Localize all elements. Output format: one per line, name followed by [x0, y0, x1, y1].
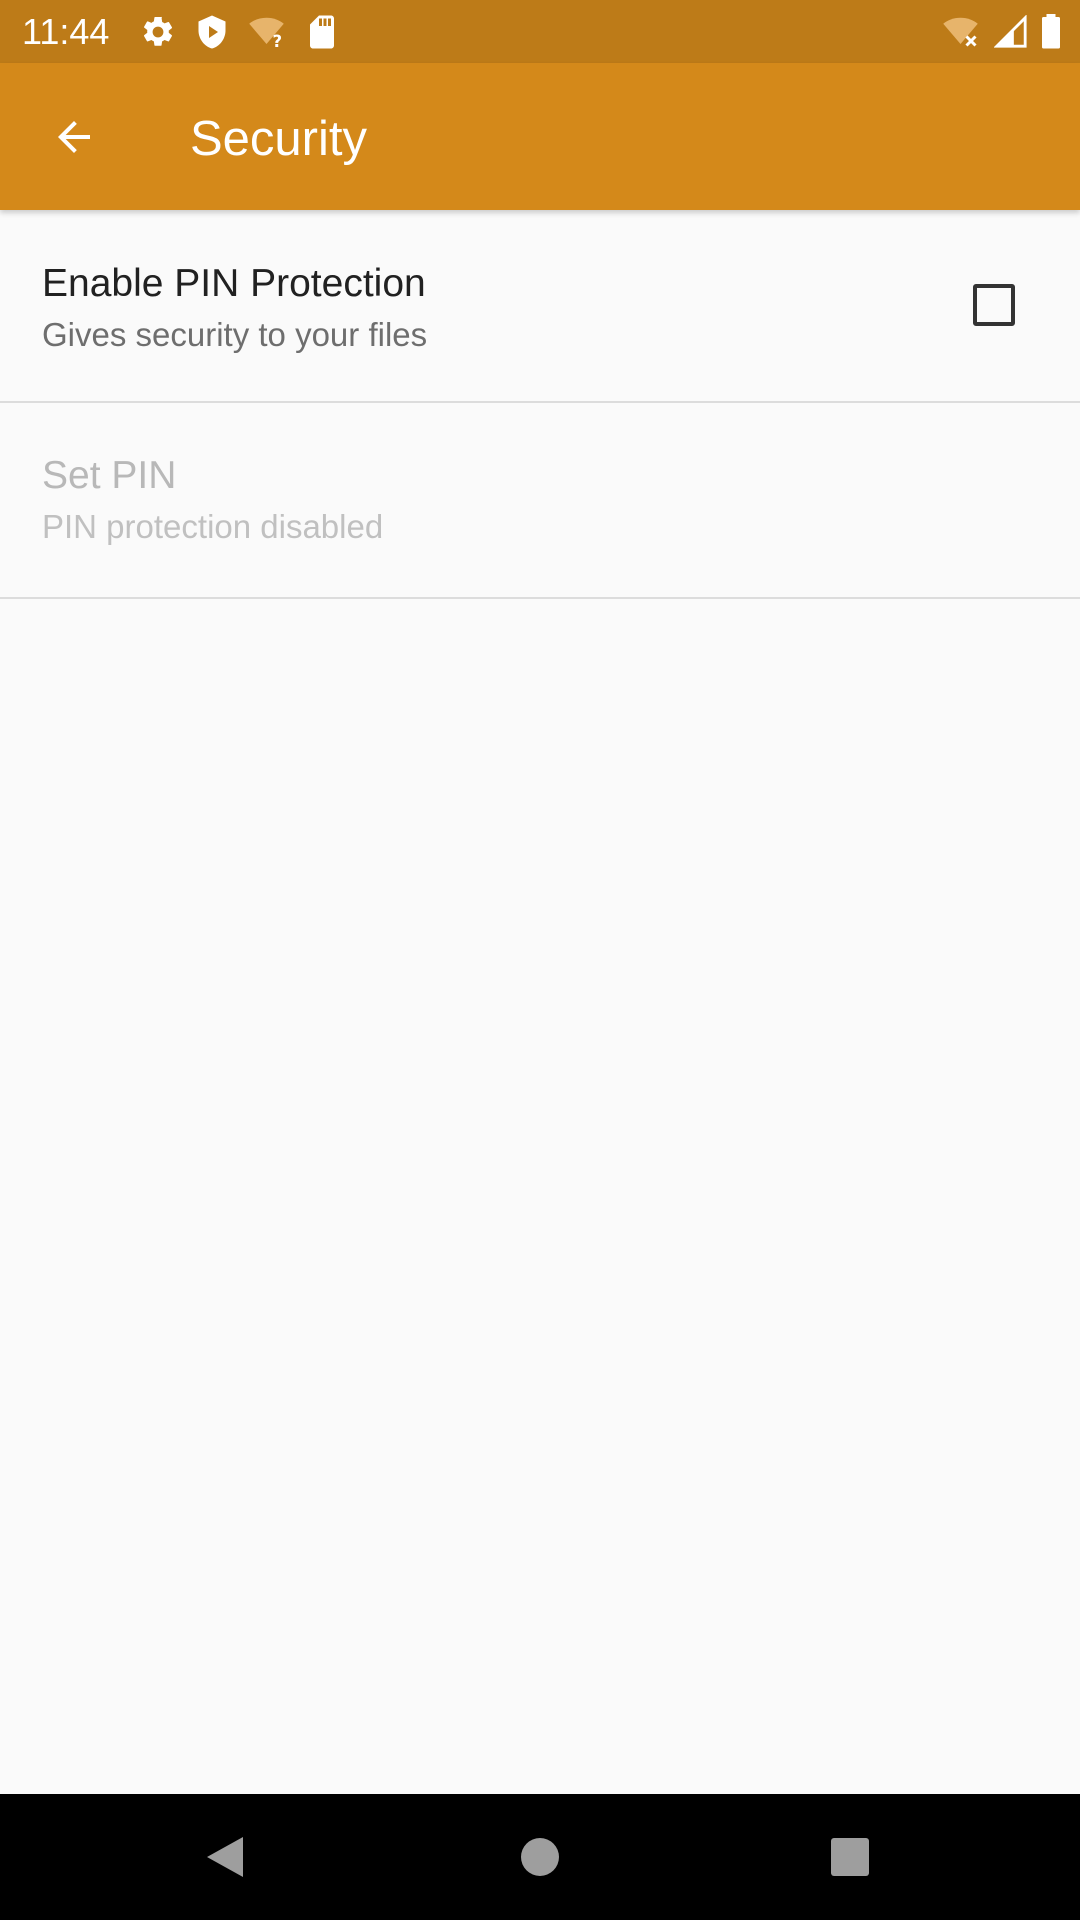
status-icons-left: ? [140, 12, 338, 52]
pref-set-pin: Set PIN PIN protection disabled [0, 403, 1080, 599]
pin-protection-checkbox[interactable] [973, 284, 1015, 326]
settings-gear-icon [143, 16, 173, 46]
wifi-off-icon [943, 17, 978, 47]
page-title: Security [190, 112, 368, 166]
status-icons-right [942, 12, 1062, 52]
battery-icon [1042, 14, 1060, 49]
app-bar: Security [0, 63, 1080, 210]
back-triangle-icon [207, 1837, 243, 1877]
pref-summary: PIN protection disabled [42, 508, 384, 545]
arrow-left-icon [58, 121, 90, 153]
svg-text:?: ? [273, 32, 283, 50]
sd-card-icon [310, 15, 334, 49]
pref-enable-pin-protection[interactable]: Enable PIN Protection Gives security to … [0, 210, 1080, 403]
status-bar: 11:44 ? [0, 0, 1080, 63]
home-circle-icon [521, 1838, 559, 1876]
wifi-question-icon: ? [249, 17, 284, 50]
back-button[interactable] [24, 99, 124, 175]
cellular-signal-icon [994, 15, 1027, 48]
nav-home-button[interactable] [490, 1812, 590, 1902]
pref-summary: Gives security to your files [42, 316, 428, 353]
status-time: 11:44 [22, 11, 110, 52]
shield-play-icon [198, 15, 226, 49]
recents-square-icon [831, 1838, 869, 1876]
nav-back-button[interactable] [175, 1812, 275, 1902]
nav-recents-button[interactable] [800, 1812, 900, 1902]
pref-title: Enable PIN Protection [42, 262, 426, 305]
navigation-bar [0, 1794, 1080, 1920]
pref-title: Set PIN [42, 454, 177, 497]
